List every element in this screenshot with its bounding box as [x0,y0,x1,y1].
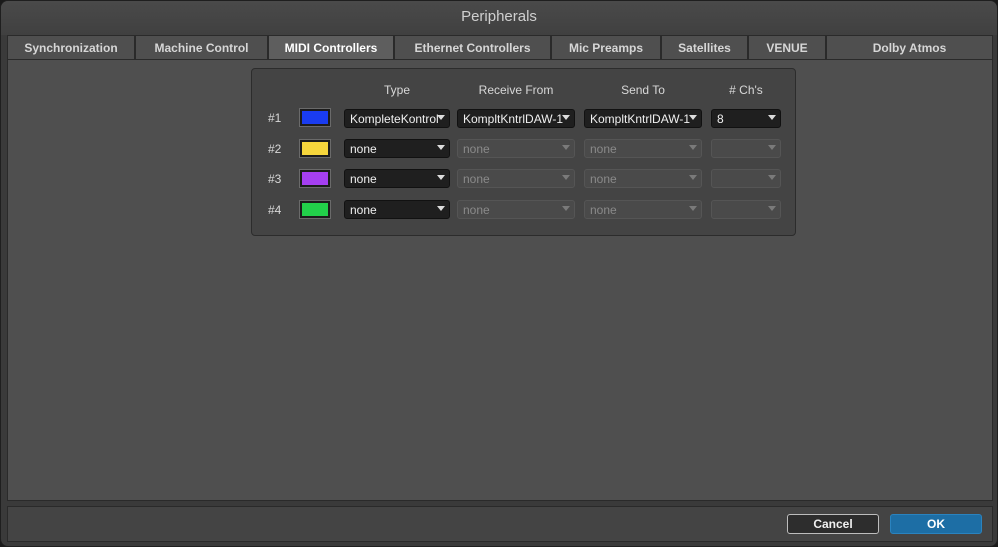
send-to-select: none [584,139,702,158]
chevron-down-icon [437,206,445,211]
channels-select[interactable]: 8 [711,109,781,128]
receive-from-select: none [457,169,575,188]
color-swatch[interactable] [299,169,331,188]
receive-from-select[interactable]: KompltKntrlDAW-1 [457,109,575,128]
tab-satellites[interactable]: Satellites [661,35,748,59]
chevron-down-icon [437,115,445,120]
type-value: none [350,203,377,217]
receive-from-select: none [457,139,575,158]
chevron-down-icon [562,145,570,150]
chevron-down-icon [562,115,570,120]
chevron-down-icon [768,206,776,211]
type-value: KompleteKontrol [350,112,439,126]
chevron-down-icon [689,206,697,211]
receive-value: none [463,142,490,156]
type-select[interactable]: none [344,139,450,158]
chevron-down-icon [562,206,570,211]
type-select[interactable]: KompleteKontrol [344,109,450,128]
row-label: #4 [268,203,282,217]
cancel-button[interactable]: Cancel [787,514,879,534]
channels-select [711,139,781,158]
row-label: #2 [268,142,282,156]
header-type: Type [383,83,410,97]
tab-machine-control[interactable]: Machine Control [135,35,268,59]
color-swatch[interactable] [299,200,331,219]
chevron-down-icon [768,145,776,150]
midi-controllers-panel: Type Receive From Send To # Ch's #1 Komp… [251,68,796,236]
header-receive-from: Receive From [478,83,554,97]
receive-value: none [463,172,490,186]
window-title: Peripherals [1,1,997,35]
header-send-to: Send To [621,83,665,97]
chevron-down-icon [689,115,697,120]
color-swatch[interactable] [299,139,331,158]
receive-from-select: none [457,200,575,219]
tab-bar: Synchronization Machine Control MIDI Con… [7,35,993,59]
channels-select [711,169,781,188]
header-channels: # Ch's [729,83,763,97]
channels-select [711,200,781,219]
type-value: none [350,142,377,156]
tab-midi-controllers[interactable]: MIDI Controllers [268,35,394,59]
send-value: none [590,203,617,217]
receive-value: KompltKntrlDAW-1 [463,112,564,126]
send-to-select: none [584,200,702,219]
chevron-down-icon [689,145,697,150]
row-label: #1 [268,111,282,125]
tab-synchronization[interactable]: Synchronization [7,35,135,59]
chevron-down-icon [768,115,776,120]
color-swatch[interactable] [299,108,331,127]
send-value: KompltKntrlDAW-1 [590,112,691,126]
send-to-select[interactable]: KompltKntrlDAW-1 [584,109,702,128]
channels-value: 8 [717,112,724,126]
tab-ethernet-controllers[interactable]: Ethernet Controllers [394,35,551,59]
tab-content: Type Receive From Send To # Ch's #1 Komp… [7,59,993,501]
ok-button[interactable]: OK [890,514,982,534]
tab-dolby-atmos[interactable]: Dolby Atmos [826,35,993,59]
type-select[interactable]: none [344,200,450,219]
row-label: #3 [268,172,282,186]
chevron-down-icon [562,175,570,180]
chevron-down-icon [689,175,697,180]
chevron-down-icon [437,145,445,150]
type-select[interactable]: none [344,169,450,188]
send-value: none [590,142,617,156]
tab-venue[interactable]: VENUE [748,35,826,59]
send-to-select: none [584,169,702,188]
receive-value: none [463,203,490,217]
type-value: none [350,172,377,186]
tab-mic-preamps[interactable]: Mic Preamps [551,35,661,59]
dialog-footer: Cancel OK [7,506,993,542]
peripherals-window: Peripherals Synchronization Machine Cont… [0,0,998,547]
send-value: none [590,172,617,186]
chevron-down-icon [768,175,776,180]
chevron-down-icon [437,175,445,180]
